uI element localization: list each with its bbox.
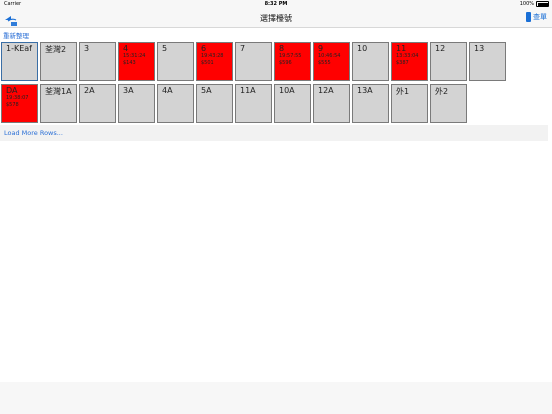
table-number: 10A	[279, 86, 295, 95]
bottom-bar	[0, 392, 552, 414]
table-number: 4	[123, 44, 129, 53]
battery-percent: 100%	[519, 1, 534, 7]
table-number: 3A	[123, 86, 134, 95]
table-tile[interactable]: 13A	[352, 84, 389, 123]
table-tile[interactable]: 11A	[235, 84, 272, 123]
bill-amount: $578	[6, 102, 19, 108]
table-tile[interactable]: 8 19:57:55 $596	[274, 42, 311, 81]
open-time: 13:33:04	[396, 53, 419, 59]
table-tile[interactable]: 5	[157, 42, 194, 81]
bill-amount: $596	[279, 60, 292, 66]
table-number: 外2	[435, 87, 449, 96]
table-number: 8	[279, 44, 285, 53]
table-number: 外1	[396, 87, 410, 96]
refresh-link[interactable]: 重新整理	[3, 30, 29, 40]
table-number: 6	[201, 44, 207, 53]
load-more-label: Load More Rows...	[4, 129, 63, 137]
table-tile[interactable]: 2A	[79, 84, 116, 123]
open-time: 10:46:54	[318, 53, 341, 59]
open-time: 19:57:55	[279, 53, 302, 59]
table-tile[interactable]: 7	[235, 42, 272, 81]
document-icon	[526, 12, 531, 22]
bill-amount: $143	[123, 60, 136, 66]
table-tile[interactable]: 4 15:31:24 $143	[118, 42, 155, 81]
open-time: 19:38:07	[6, 95, 29, 101]
status-bar: Carrier 8:32 PM 100%	[0, 0, 552, 9]
table-number: 3	[84, 44, 90, 53]
table-tile[interactable]: 荃灣1A	[40, 84, 77, 123]
view-orders-label: 查單	[533, 13, 547, 21]
table-number: DA	[6, 86, 18, 95]
table-number: 13A	[357, 86, 373, 95]
table-number: 13	[474, 44, 485, 53]
table-number: 9	[318, 44, 324, 53]
table-number: 2A	[84, 86, 95, 95]
table-number: 5	[162, 44, 168, 53]
table-tile[interactable]: 5A	[196, 84, 233, 123]
battery-indicator: 100%	[520, 1, 549, 7]
page-title: 選擇檯號	[260, 14, 292, 23]
table-tile[interactable]: 10	[352, 42, 389, 81]
navigation-bar: 選擇檯號 查單	[0, 9, 552, 28]
table-number: 12A	[318, 86, 334, 95]
table-tile[interactable]: 12A	[313, 84, 350, 123]
table-tile[interactable]: 荃灣2	[40, 42, 77, 81]
table-tile[interactable]: 3	[79, 42, 116, 81]
bill-amount: $555	[318, 60, 331, 66]
table-tile[interactable]: 13	[469, 42, 506, 81]
table-tile[interactable]: 9 10:46:54 $555	[313, 42, 350, 81]
table-selection-area: 重新整理 1-KEaf 荃灣2 3 4 15:31:24 $143 5 6 19:43:28 $5…	[0, 28, 552, 382]
table-number: 11	[396, 44, 407, 53]
table-tile[interactable]: 12	[430, 42, 467, 81]
bill-amount: $501	[201, 60, 214, 66]
clock: 8:32 PM	[264, 1, 288, 7]
bill-amount: $387	[396, 60, 409, 66]
table-number: 4A	[162, 86, 173, 95]
table-tile[interactable]: 10A	[274, 84, 311, 123]
table-number: 7	[240, 44, 246, 53]
table-tile[interactable]: DA 19:38:07 $578	[1, 84, 38, 123]
table-tile[interactable]: 3A	[118, 84, 155, 123]
table-tile[interactable]: 1-KEaf	[1, 42, 38, 81]
table-tile[interactable]: 外1	[391, 84, 428, 123]
table-tile[interactable]: 6 19:43:28 $501	[196, 42, 233, 81]
table-tile[interactable]: 11 13:33:04 $387	[391, 42, 428, 81]
battery-icon	[536, 1, 549, 7]
table-number: 10	[357, 44, 368, 53]
table-number: 12	[435, 44, 446, 53]
table-number: 荃灣2	[45, 45, 67, 54]
table-tile[interactable]: 外2	[430, 84, 467, 123]
table-number: 荃灣1A	[45, 87, 72, 96]
table-number: 5A	[201, 86, 212, 95]
open-time: 19:43:28	[201, 53, 224, 59]
table-number: 11A	[240, 86, 256, 95]
table-number: 1-KEaf	[6, 44, 32, 53]
load-more-row[interactable]: Load More Rows...	[0, 125, 548, 141]
open-time: 15:31:24	[123, 53, 146, 59]
view-orders-button[interactable]: 查單	[526, 12, 547, 22]
table-tile[interactable]: 4A	[157, 84, 194, 123]
